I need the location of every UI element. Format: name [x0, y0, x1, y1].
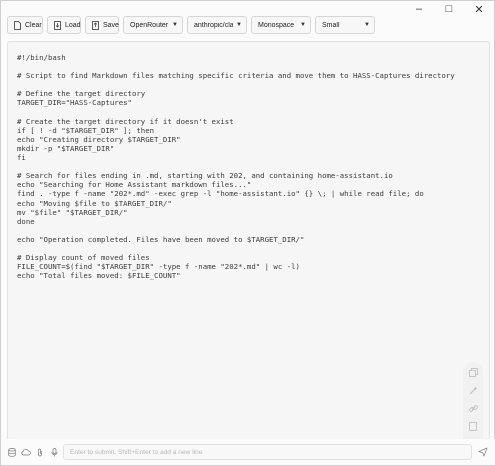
chevron-down-icon: ▼ [172, 22, 178, 28]
provider-value: OpenRouter [130, 21, 169, 29]
link-icon[interactable] [467, 402, 479, 414]
send-icon[interactable] [476, 445, 490, 459]
chevron-down-icon: ▼ [236, 22, 242, 28]
clear-button[interactable]: Clear [7, 16, 43, 34]
chat-input-bar [1, 439, 495, 465]
font-value: Monospace [258, 21, 295, 29]
code-line: echo "Operation completed. Files have be… [17, 234, 305, 244]
code-line: fi [17, 153, 26, 163]
model-select[interactable]: anthropic/claude ▼ [187, 16, 247, 34]
code-line: if [ ! -d "$TARGET_DIR" ]; then [17, 125, 155, 135]
code-line: # Search for files ending in .md, starti… [17, 171, 393, 181]
code-line: mkdir -p "$TARGET_DIR" [17, 143, 115, 153]
editor-side-rail [463, 362, 483, 440]
code-editor[interactable]: #!/bin/bash # Script to find Markdown fil… [7, 41, 490, 441]
code-line: echo "Creating directory $TARGET_DIR" [17, 134, 181, 144]
chevron-down-icon: ▼ [364, 22, 370, 28]
toolbar: Clear Load Save OpenRouter ▼ anthropic/c… [7, 15, 488, 35]
font-select[interactable]: Monospace ▼ [251, 16, 311, 34]
code-line: echo "Total files moved: $FILE_COUNT" [17, 271, 181, 281]
save-icon [92, 20, 99, 30]
database-icon[interactable] [7, 447, 17, 457]
chat-input[interactable] [63, 444, 472, 460]
code-line: TARGET_DIR="HASS-Captures" [17, 98, 132, 108]
load-button[interactable]: Load [47, 16, 81, 34]
code-line: #!/bin/bash [17, 53, 66, 62]
code-line: mv "$file" "$TARGET_DIR/" [17, 207, 128, 217]
document-icon[interactable] [467, 420, 479, 432]
code-content[interactable]: #!/bin/bash # Script to find Markdown fil… [17, 53, 459, 280]
attach-icon[interactable] [35, 447, 45, 457]
code-line: # Define the target directory [17, 89, 146, 99]
save-label: Save [103, 21, 119, 29]
code-line: # Create the target directory if it does… [17, 116, 234, 126]
load-label: Load [65, 21, 81, 29]
magic-icon[interactable] [467, 384, 479, 396]
code-line: echo "Moving $file to $TARGET_DIR/" [17, 198, 172, 208]
code-line: FILE_COUNT=$(find "$TARGET_DIR" -type f … [17, 262, 300, 272]
code-line: # Display count of moved files [17, 253, 150, 263]
chevron-down-icon: ▼ [300, 22, 306, 28]
save-button[interactable]: Save [85, 16, 119, 34]
load-icon [54, 20, 61, 30]
cloud-icon[interactable] [21, 447, 31, 457]
provider-select[interactable]: OpenRouter ▼ [123, 16, 183, 34]
code-line: done [17, 216, 35, 226]
clear-doc-icon [14, 20, 21, 30]
code-line: echo "Searching for Home Assistant markd… [17, 180, 252, 190]
copy-icon[interactable] [467, 366, 479, 378]
microphone-icon[interactable] [49, 447, 59, 457]
clear-label: Clear [25, 21, 42, 29]
app-window: – □ ✕ Clear Load Save OpenRouter ▼ anthr… [0, 0, 495, 466]
size-value: Small [322, 21, 340, 29]
code-line: # Script to find Markdown files matching… [17, 71, 455, 81]
model-value: anthropic/claude [194, 21, 233, 29]
code-line: find . -type f -name "202*.md" -exec gre… [17, 189, 424, 199]
size-select[interactable]: Small ▼ [315, 16, 375, 34]
